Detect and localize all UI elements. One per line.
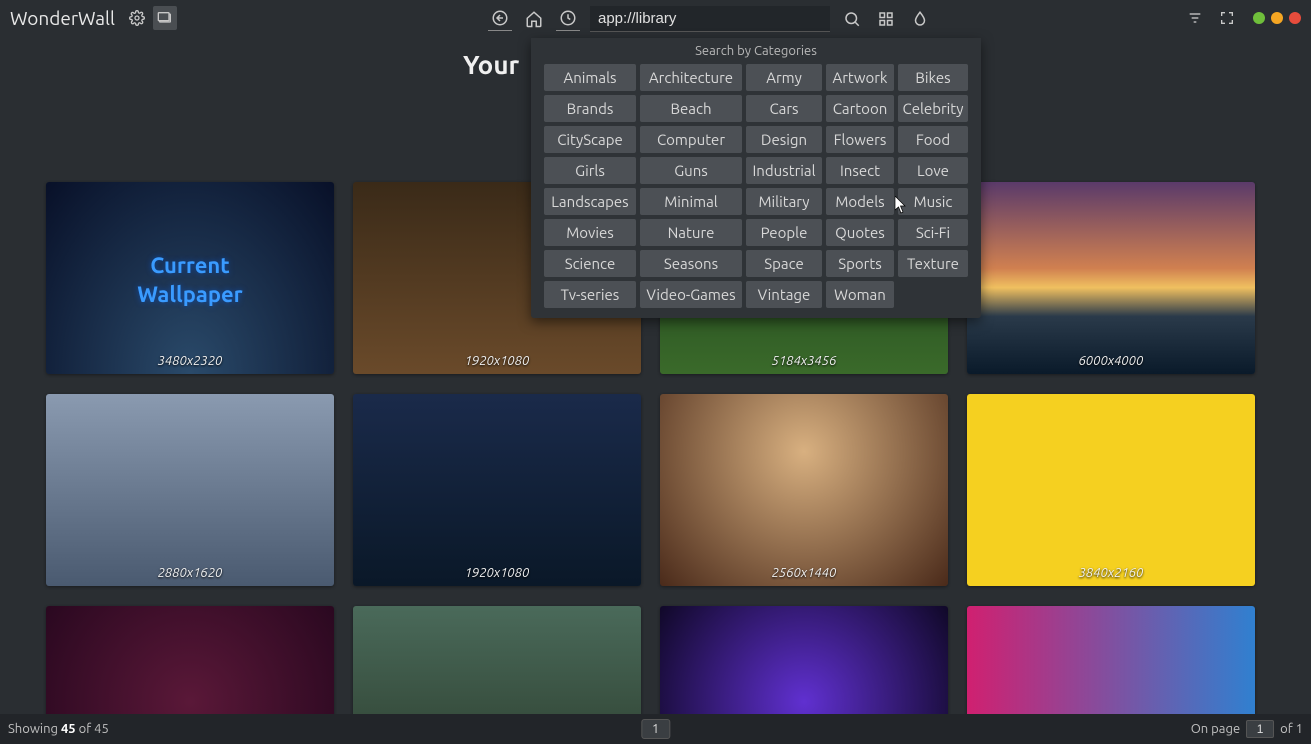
wallpaper-thumb[interactable]: 2880x1620: [46, 394, 334, 586]
wallpaper-thumb[interactable]: [46, 606, 334, 714]
onpage-label: On page: [1191, 722, 1240, 736]
category-landscapes[interactable]: Landscapes: [544, 188, 636, 215]
category-artwork[interactable]: Artwork: [826, 64, 894, 91]
wallpaper-thumb[interactable]: 3840x2160: [967, 394, 1255, 586]
category-guns[interactable]: Guns: [640, 157, 742, 184]
category-woman[interactable]: Woman: [826, 281, 894, 308]
category-people[interactable]: People: [746, 219, 822, 246]
resolution-label: 5184x3456: [660, 354, 948, 368]
back-icon[interactable]: [488, 7, 512, 31]
category-models[interactable]: Models: [826, 188, 894, 215]
fullscreen-icon[interactable]: [1215, 6, 1239, 30]
app-title: WonderWall: [10, 7, 115, 29]
category-nature[interactable]: Nature: [640, 219, 742, 246]
resolution-label: 2560x1440: [660, 566, 948, 580]
category-industrial[interactable]: Industrial: [746, 157, 822, 184]
categories-dropdown: Search by Categories AnimalsArchitecture…: [531, 38, 981, 318]
category-video-games[interactable]: Video-Games: [640, 281, 742, 308]
category-beach[interactable]: Beach: [640, 95, 742, 122]
category-army[interactable]: Army: [746, 64, 822, 91]
category-animals[interactable]: Animals: [544, 64, 636, 91]
category-sci-fi[interactable]: Sci-Fi: [898, 219, 968, 246]
page-title: Your: [463, 50, 519, 79]
wallpaper-thumb[interactable]: 2560x1440: [660, 394, 948, 586]
wallpaper-thumb[interactable]: [967, 606, 1255, 714]
category-love[interactable]: Love: [898, 157, 968, 184]
category-movies[interactable]: Movies: [544, 219, 636, 246]
category-architecture[interactable]: Architecture: [640, 64, 742, 91]
dropdown-header: Search by Categories: [537, 38, 975, 64]
category-computer[interactable]: Computer: [640, 126, 742, 153]
wallpaper-thumb[interactable]: [660, 606, 948, 714]
status-bar: Showing 45 of 45 1 On page of 1: [0, 714, 1311, 744]
category-science[interactable]: Science: [544, 250, 636, 277]
filter-icon[interactable]: [1183, 6, 1207, 30]
category-brands[interactable]: Brands: [544, 95, 636, 122]
resolution-label: 3840x2160: [967, 566, 1255, 580]
category-seasons[interactable]: Seasons: [640, 250, 742, 277]
category-bikes[interactable]: Bikes: [898, 64, 968, 91]
home-icon[interactable]: [522, 7, 546, 31]
resolution-label: 2880x1620: [46, 566, 334, 580]
minimize-dot[interactable]: [1253, 12, 1265, 24]
wallpaper-thumb[interactable]: 6000x4000: [967, 182, 1255, 374]
url-input[interactable]: [590, 6, 830, 32]
grid-view-icon[interactable]: [874, 7, 898, 31]
category-food[interactable]: Food: [898, 126, 968, 153]
current-wallpaper-label: CurrentWallpaper: [46, 252, 334, 309]
close-dot[interactable]: [1289, 12, 1301, 24]
category-quotes[interactable]: Quotes: [826, 219, 894, 246]
image-collection-icon[interactable]: [153, 6, 177, 30]
maximize-dot[interactable]: [1271, 12, 1283, 24]
wallpaper-thumb[interactable]: [353, 606, 641, 714]
category-insect[interactable]: Insect: [826, 157, 894, 184]
onpage-suffix: of 1: [1280, 722, 1303, 736]
wallpaper-thumb[interactable]: 1920x1080: [353, 394, 641, 586]
window-controls[interactable]: [1253, 12, 1301, 24]
category-cars[interactable]: Cars: [746, 95, 822, 122]
mouse-cursor: [895, 196, 907, 214]
category-texture[interactable]: Texture: [898, 250, 968, 277]
category-design[interactable]: Design: [746, 126, 822, 153]
category-cartoon[interactable]: Cartoon: [826, 95, 894, 122]
category-cityscape[interactable]: CityScape: [544, 126, 636, 153]
resolution-label: 6000x4000: [967, 354, 1255, 368]
resolution-label: 1920x1080: [353, 566, 641, 580]
search-icon[interactable]: [840, 7, 864, 31]
category-celebrity[interactable]: Celebrity: [898, 95, 968, 122]
category-girls[interactable]: Girls: [544, 157, 636, 184]
category-military[interactable]: Military: [746, 188, 822, 215]
reload-icon[interactable]: [556, 7, 580, 31]
category-tv-series[interactable]: Tv-series: [544, 281, 636, 308]
page-input[interactable]: [1246, 720, 1274, 738]
resolution-label: 1920x1080: [353, 354, 641, 368]
category-minimal[interactable]: Minimal: [640, 188, 742, 215]
category-vintage[interactable]: Vintage: [746, 281, 822, 308]
category-music[interactable]: Music: [898, 188, 968, 215]
page-indicator[interactable]: 1: [641, 719, 670, 739]
category-flowers[interactable]: Flowers: [826, 126, 894, 153]
category-sports[interactable]: Sports: [826, 250, 894, 277]
category-space[interactable]: Space: [746, 250, 822, 277]
droplet-icon[interactable]: [908, 7, 932, 31]
showing-label: Showing 45 of 45: [8, 722, 109, 736]
resolution-label: 3480x2320: [46, 354, 334, 368]
wallpaper-thumb[interactable]: CurrentWallpaper 3480x2320: [46, 182, 334, 374]
settings-icon[interactable]: [125, 6, 149, 30]
